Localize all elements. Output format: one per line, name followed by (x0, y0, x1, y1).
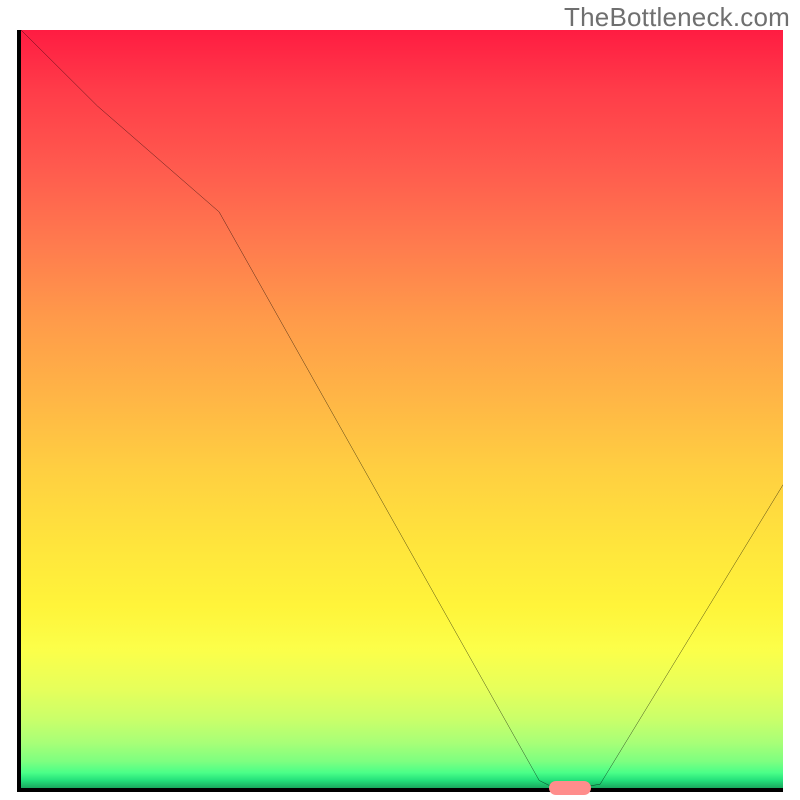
plot-area (17, 30, 783, 792)
bottleneck-curve (21, 30, 783, 788)
chart-frame: TheBottleneck.com (0, 0, 800, 800)
watermark-text: TheBottleneck.com (564, 2, 790, 33)
optimal-marker (549, 781, 591, 795)
